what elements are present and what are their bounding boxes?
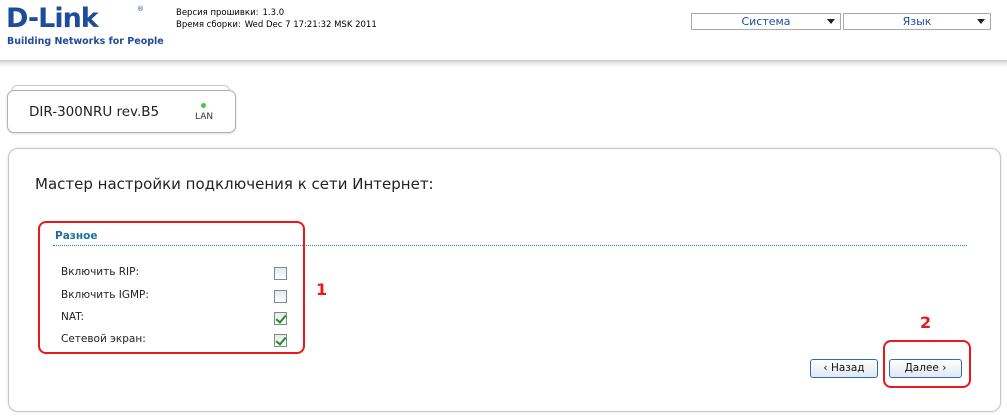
chevron-down-icon [827, 19, 835, 24]
build-value: Wed Dec 7 17:21:32 MSK 2011 [244, 20, 377, 30]
dlink-logo: D-Link ® Building Networks for People [6, 3, 164, 48]
lan-status-led-icon [201, 103, 206, 108]
lan-status-label: LAN [195, 112, 214, 122]
device-status-tab: DIR-300NRU rev.B5 LAN [7, 90, 236, 133]
language-menu-dropdown[interactable]: Язык [843, 13, 991, 30]
device-model-name: DIR-300NRU rev.B5 [29, 104, 160, 120]
annotation-number-1: 1 [316, 280, 328, 299]
firmware-info: Версия прошивки: 1.3.0 Время сборки: Wed D… [176, 7, 377, 31]
firmware-label: Версия прошивки: [176, 8, 259, 18]
header-divider [0, 60, 1007, 68]
registered-mark: ® [137, 5, 144, 13]
chevron-down-icon [977, 19, 985, 24]
system-menu-label: Система [741, 15, 791, 28]
build-label: Время сборки: [176, 20, 241, 30]
firmware-value: 1.3.0 [262, 8, 285, 18]
annotation-highlight-next [883, 340, 971, 388]
system-menu-dropdown[interactable]: Система [691, 13, 841, 30]
firmware-version-row: Версия прошивки: 1.3.0 [176, 7, 377, 19]
logo-text: D-Link [6, 3, 99, 34]
annotation-number-2: 2 [920, 313, 932, 332]
logo-tagline: Building Networks for People [7, 36, 164, 47]
page-title: Мастер настройки подключения к сети Инте… [35, 175, 434, 193]
annotation-highlight-options [38, 221, 305, 354]
back-button[interactable]: ‹ Назад [810, 359, 878, 378]
top-header: D-Link ® Building Networks for People Ве… [0, 0, 1007, 60]
language-menu-label: Язык [902, 15, 932, 28]
build-time-row: Время сборки: Wed Dec 7 17:21:32 MSK 2011 [176, 19, 377, 31]
